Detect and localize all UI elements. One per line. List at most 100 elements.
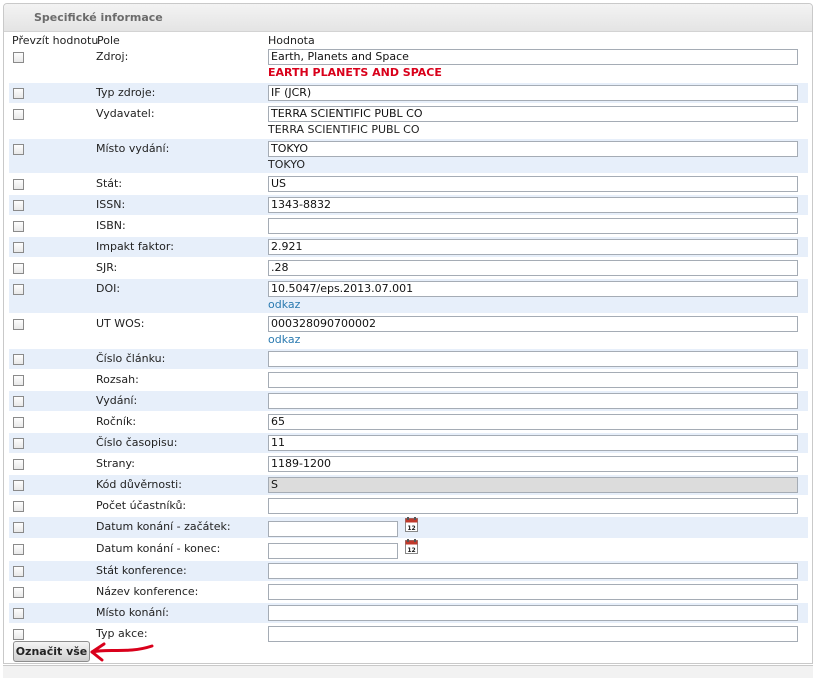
date-input[interactable] — [268, 521, 398, 537]
value-input[interactable] — [268, 605, 798, 621]
take-value-checkbox[interactable] — [13, 396, 24, 407]
table-row: Stát konference: — [9, 561, 808, 581]
field-label: Místo vydání: — [96, 142, 170, 155]
table-row: Číslo časopisu: 11 — [9, 433, 808, 453]
take-value-checkbox[interactable] — [13, 179, 24, 190]
value-input[interactable] — [268, 218, 798, 234]
date-input[interactable] — [268, 543, 398, 559]
table-row: Kód důvěrnosti: S — [9, 475, 808, 495]
value-input[interactable] — [268, 563, 798, 579]
red-arrow-annotation — [90, 642, 154, 662]
take-value-checkbox[interactable] — [13, 459, 24, 470]
take-value-checkbox[interactable] — [13, 284, 24, 295]
calendar-icon[interactable]: 12 — [405, 517, 418, 532]
value-input[interactable] — [268, 393, 798, 409]
field-label: Stát: — [96, 177, 123, 190]
value-input[interactable]: 10.5047/eps.2013.07.001 — [268, 281, 798, 297]
field-label: ISBN: — [96, 219, 126, 232]
calendar-icon[interactable]: 12 — [405, 539, 418, 554]
field-label: Počet účastníků: — [96, 499, 187, 512]
take-value-checkbox[interactable] — [13, 375, 24, 386]
value-input[interactable]: 1343-8832 — [268, 197, 798, 213]
take-value-checkbox[interactable] — [13, 587, 24, 598]
field-label: Strany: — [96, 457, 135, 470]
table-row: Název konference: — [9, 582, 808, 602]
table-row: Vydavatel: TERRA SCIENTIFIC PUBL CO TERRA … — [9, 104, 808, 138]
field-label: Zdroj: — [96, 50, 129, 63]
value-input: S — [268, 477, 798, 493]
take-value-checkbox[interactable] — [13, 544, 24, 555]
take-value-checkbox[interactable] — [13, 88, 24, 99]
value-input[interactable]: 65 — [268, 414, 798, 430]
take-value-checkbox[interactable] — [13, 319, 24, 330]
take-value-checkbox[interactable] — [13, 221, 24, 232]
original-value-label: TERRA SCIENTIFIC PUBL CO — [268, 123, 420, 136]
column-value: Hodnota — [268, 34, 315, 47]
value-input[interactable]: Earth, Planets and Space — [268, 49, 798, 65]
value-input[interactable] — [268, 584, 798, 600]
field-label: UT WOS: — [96, 317, 145, 330]
svg-text:12: 12 — [407, 547, 415, 554]
take-value-checkbox[interactable] — [13, 629, 24, 640]
table-row: Typ zdroje: IF (JCR) — [9, 83, 808, 103]
table-row: UT WOS: 000328090700002 odkaz — [9, 314, 808, 348]
value-input[interactable]: IF (JCR) — [268, 85, 798, 101]
value-input[interactable]: TOKYO — [268, 141, 798, 157]
value-input[interactable]: 000328090700002 — [268, 316, 798, 332]
value-input[interactable]: 1189-1200 — [268, 456, 798, 472]
table-row: Zdroj: Earth, Planets and Space EARTH PLAN… — [9, 47, 808, 82]
table-row: Strany: 1189-1200 — [9, 454, 808, 474]
field-label: Rozsah: — [96, 373, 139, 386]
value-input[interactable] — [268, 498, 798, 514]
field-label: Název konference: — [96, 585, 199, 598]
field-label: Typ zdroje: — [96, 86, 156, 99]
table-row: Vydání: — [9, 391, 808, 411]
field-label: Impakt faktor: — [96, 240, 174, 253]
field-label: Datum konání - začátek: — [96, 520, 231, 533]
table-row: ISBN: — [9, 216, 808, 236]
take-value-checkbox[interactable] — [13, 501, 24, 512]
table-row: Impakt faktor: 2.921 — [9, 237, 808, 257]
field-label: Ročník: — [96, 415, 137, 428]
field-label: ISSN: — [96, 198, 126, 211]
field-label: Vydavatel: — [96, 107, 155, 120]
take-value-checkbox[interactable] — [13, 242, 24, 253]
field-label: Datum konání - konec: — [96, 542, 221, 555]
take-value-checkbox[interactable] — [13, 52, 24, 63]
field-label: Stát konference: — [96, 564, 187, 577]
take-value-checkbox[interactable] — [13, 354, 24, 365]
external-link[interactable]: odkaz — [268, 298, 300, 311]
value-input[interactable] — [268, 626, 798, 642]
take-value-checkbox[interactable] — [13, 480, 24, 491]
column-headers: Převzít hodnotu Pole Hodnota — [4, 34, 812, 48]
value-input[interactable]: US — [268, 176, 798, 192]
external-link[interactable]: odkaz — [268, 333, 300, 346]
take-value-checkbox[interactable] — [13, 263, 24, 274]
value-input[interactable]: TERRA SCIENTIFIC PUBL CO — [268, 106, 798, 122]
take-value-checkbox[interactable] — [13, 200, 24, 211]
take-value-checkbox[interactable] — [13, 438, 24, 449]
specific-info-panel: Specifické informace Převzít hodnotu Pol… — [3, 3, 813, 664]
take-value-checkbox[interactable] — [13, 566, 24, 577]
value-input[interactable]: 11 — [268, 435, 798, 451]
value-input[interactable]: .28 — [268, 260, 798, 276]
table-row: Datum konání - začátek: 12 — [9, 517, 808, 538]
table-row: DOI: 10.5047/eps.2013.07.001 odkaz — [9, 279, 808, 313]
field-label: Místo konání: — [96, 606, 169, 619]
table-row: Datum konání - konec: 12 — [9, 539, 808, 560]
field-label: Kód důvěrnosti: — [96, 478, 182, 491]
table-row: Místo vydání: TOKYO TOKYO — [9, 139, 808, 173]
table-row: Ročník: 65 — [9, 412, 808, 432]
bottom-bar — [3, 665, 813, 678]
value-input[interactable]: 2.921 — [268, 239, 798, 255]
column-field: Pole — [97, 34, 120, 47]
take-value-checkbox[interactable] — [13, 144, 24, 155]
take-value-checkbox[interactable] — [13, 522, 24, 533]
take-value-checkbox[interactable] — [13, 417, 24, 428]
value-input[interactable] — [268, 372, 798, 388]
take-value-checkbox[interactable] — [13, 608, 24, 619]
select-all-button[interactable]: Označit vše — [13, 641, 90, 662]
take-value-checkbox[interactable] — [13, 109, 24, 120]
value-input[interactable] — [268, 351, 798, 367]
table-row: Stát: US — [9, 174, 808, 194]
